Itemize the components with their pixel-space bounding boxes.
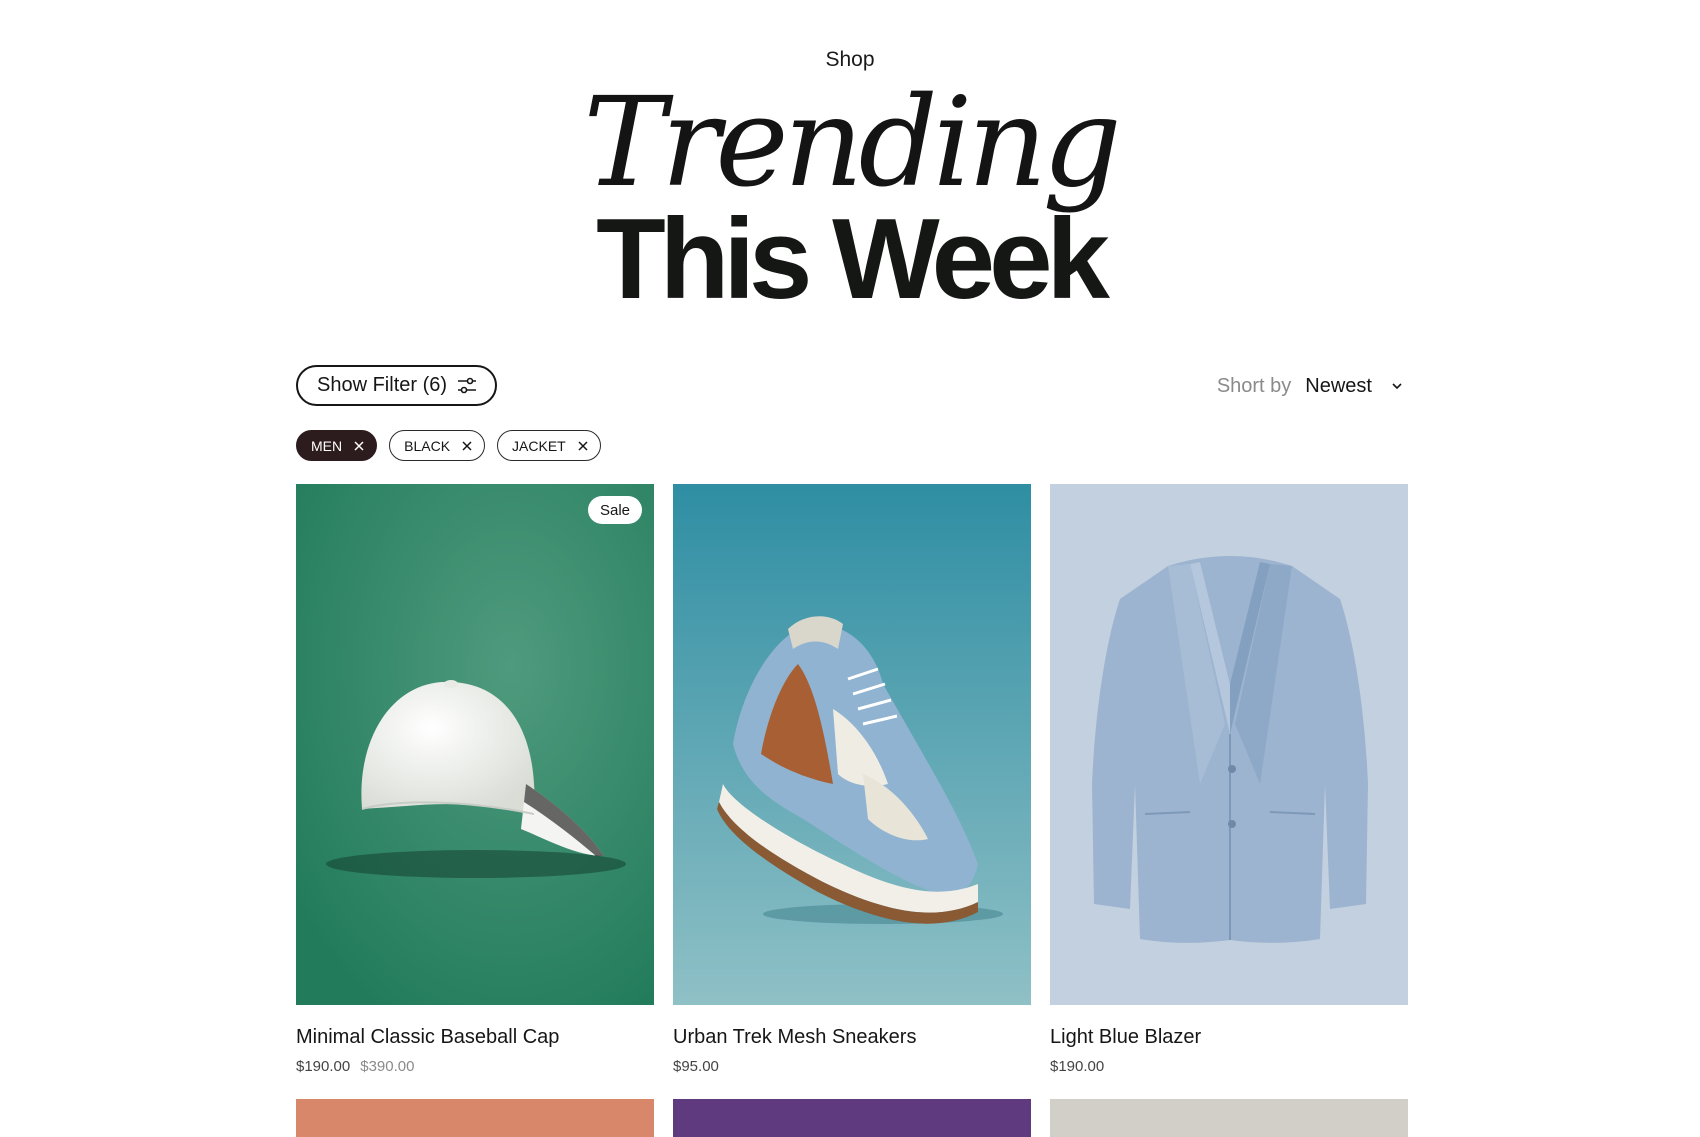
product-card[interactable]: Light Blue Blazer $190.00 [1050, 484, 1408, 1075]
sneaker-image [673, 484, 1031, 1005]
show-filter-label: Show Filter (6) [317, 374, 448, 396]
product-price: $190.00 [1050, 1058, 1408, 1075]
product-price: $190.00 $390.00 [296, 1058, 654, 1075]
product-image-blazer[interactable] [1050, 484, 1408, 1005]
product-price: $95.00 [673, 1058, 1031, 1075]
product-name[interactable]: Urban Trek Mesh Sneakers [673, 1026, 1031, 1049]
product-image-cap[interactable]: Sale [296, 484, 654, 1005]
product-image-row2-2[interactable] [673, 1099, 1031, 1137]
sort-label: Short by [1216, 374, 1292, 397]
close-icon[interactable] [462, 440, 472, 451]
filter-chip-jacket[interactable]: JACKET [497, 430, 601, 461]
chevron-down-icon [1392, 383, 1402, 390]
product-card[interactable]: Sale Minimal Classic Baseball Cap $190.0… [296, 484, 654, 1075]
page-title-bold: This Week [596, 196, 1110, 323]
current-price: $95.00 [673, 1058, 719, 1075]
sliders-icon [458, 377, 476, 394]
product-image-sneaker[interactable] [673, 484, 1031, 1005]
product-grid: Sale Minimal Classic Baseball Cap $190.0… [296, 484, 1409, 1137]
active-filter-chips: MEN BLACK JACKET [296, 430, 601, 461]
filter-chip-black[interactable]: BLACK [389, 430, 486, 461]
filter-chip-label: JACKET [512, 437, 566, 454]
filter-chip-label: BLACK [404, 437, 451, 454]
page-title-italic: Trending [583, 71, 1122, 215]
close-icon[interactable] [578, 440, 588, 451]
product-name[interactable]: Light Blue Blazer [1050, 1026, 1408, 1049]
sort-dropdown[interactable]: Short by Newest [1217, 372, 1404, 400]
product-name[interactable]: Minimal Classic Baseball Cap [296, 1026, 654, 1049]
page-eyebrow: Shop [825, 48, 875, 71]
current-price: $190.00 [296, 1058, 351, 1075]
sort-value: Newest [1305, 374, 1372, 397]
filter-chip-men[interactable]: MEN [296, 430, 378, 461]
blazer-image [1050, 484, 1408, 1005]
sale-badge: Sale [587, 496, 642, 524]
filter-chip-label: MEN [311, 437, 343, 454]
baseball-cap-image [296, 484, 654, 1005]
close-icon[interactable] [354, 440, 364, 451]
product-image-row2-3[interactable] [1050, 1099, 1408, 1137]
original-price: $390.00 [360, 1058, 415, 1075]
show-filter-button[interactable]: Show Filter (6) [296, 365, 497, 406]
current-price: $190.00 [1050, 1058, 1105, 1075]
product-image-row2-1[interactable] [296, 1099, 654, 1137]
product-card[interactable]: Urban Trek Mesh Sneakers $95.00 [673, 484, 1031, 1075]
